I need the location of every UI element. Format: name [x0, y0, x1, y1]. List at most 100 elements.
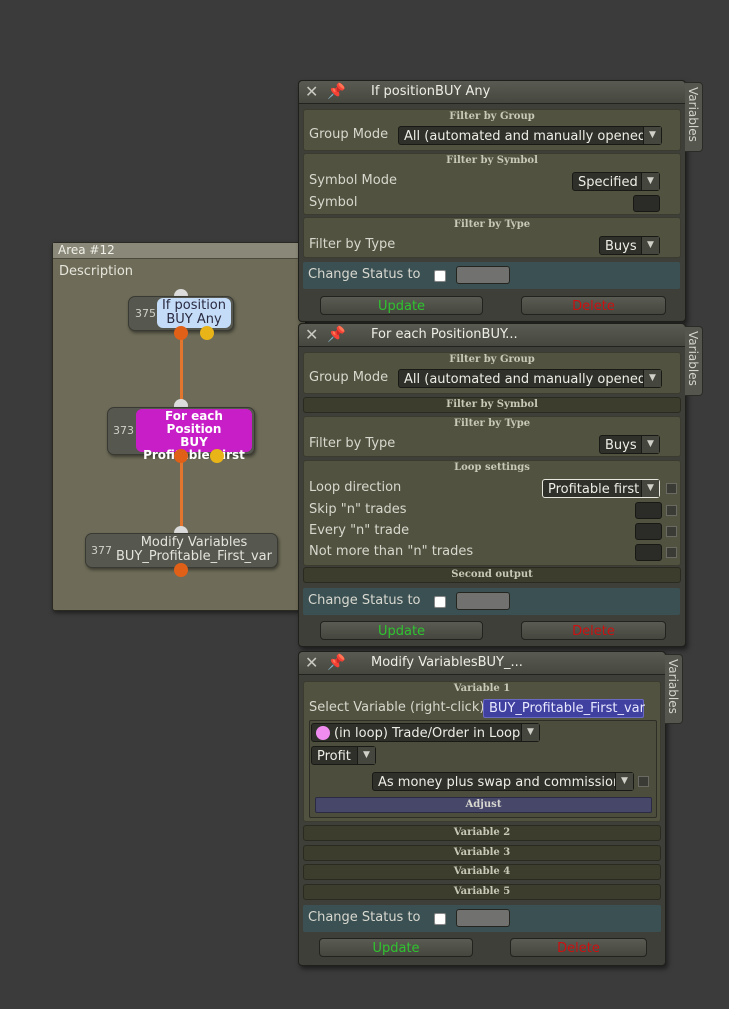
section-header: Variable 5	[453, 886, 511, 897]
status-color-box[interactable]	[456, 909, 510, 927]
dropdown-value: All (automated and manually opened)	[404, 372, 652, 387]
pin-icon[interactable]: 📌	[327, 83, 346, 99]
variables-tab[interactable]: Variables	[685, 326, 703, 396]
node-375-output[interactable]	[174, 326, 188, 340]
close-icon[interactable]: ✕	[305, 655, 318, 671]
area-canvas[interactable]: Area #12 Description 375 If position BUY…	[52, 242, 306, 611]
section-header: Filter by Group	[449, 354, 535, 365]
panel-titlebar[interactable]: ✕ 📌 If positionBUY Any	[299, 81, 685, 104]
section-variable-3[interactable]: Variable 3	[303, 845, 661, 861]
variables-tab[interactable]: Variables	[665, 654, 683, 724]
loop-direction-checkbox[interactable]	[666, 483, 677, 494]
change-status-checkbox[interactable]	[434, 913, 446, 925]
status-color-box[interactable]	[456, 592, 510, 610]
filter-type-dropdown[interactable]: Buys ▼	[599, 236, 660, 255]
skip-trades-label: Skip "n" trades	[309, 502, 407, 517]
change-status-row: Change Status to	[303, 262, 680, 289]
delete-button[interactable]: Delete	[521, 296, 666, 315]
dropdown-value: Profit	[317, 749, 351, 764]
group-mode-dropdown[interactable]: All (automated and manually opened) ▼	[398, 369, 662, 388]
node-373[interactable]: 373 For each Position BUY Profitable Fir…	[107, 407, 255, 462]
section-loop-settings: Loop settings Loop direction Profitable …	[303, 460, 681, 566]
node-label: Modify Variables BUY_Profitable_First_va…	[116, 535, 272, 564]
loop-direction-dropdown[interactable]: Profitable first ▼	[542, 479, 660, 498]
properties-panel-modify-variables[interactable]: ✕ 📌 Modify VariablesBUY_... Variable 1 S…	[298, 651, 666, 966]
adjust-bar[interactable]: Adjust	[315, 797, 652, 813]
section-header: Filter by Group	[449, 111, 535, 122]
node-375-output-2[interactable]	[200, 326, 214, 340]
section-variable-2[interactable]: Variable 2	[303, 825, 661, 841]
node-label: For each Position BUY Profitable First	[136, 409, 252, 462]
change-status-checkbox[interactable]	[434, 270, 446, 282]
dropdown-value: Specified	[578, 175, 638, 190]
node-377-output[interactable]	[174, 563, 188, 577]
group-mode-dropdown[interactable]: All (automated and manually opened) ▼	[398, 126, 662, 145]
section-variable-5[interactable]: Variable 5	[303, 884, 661, 900]
not-more-trades-label: Not more than "n" trades	[309, 544, 474, 559]
section-filter-by-symbol-collapsed[interactable]: Filter by Symbol	[303, 397, 681, 413]
change-status-checkbox[interactable]	[434, 596, 446, 608]
change-status-row: Change Status to	[303, 905, 661, 932]
section-filter-by-group: Filter by Group Group Mode All (automate…	[303, 352, 681, 394]
filter-type-label: Filter by Type	[309, 436, 396, 451]
group-mode-label: Group Mode	[309, 127, 389, 142]
mode-dropdown[interactable]: As money plus swap and commission ▼	[372, 772, 634, 791]
dropdown-value: As money plus swap and commission	[378, 775, 622, 790]
variables-tab[interactable]: Variables	[685, 82, 703, 152]
section-second-output[interactable]: Second output	[303, 567, 681, 583]
panel-titlebar[interactable]: ✕ 📌 For each PositionBUY...	[299, 324, 685, 347]
pin-icon[interactable]: 📌	[327, 654, 346, 670]
panel-titlebar[interactable]: ✕ 📌 Modify VariablesBUY_...	[299, 652, 665, 675]
change-status-row: Change Status to	[303, 588, 680, 615]
change-status-label: Change Status to	[308, 910, 421, 925]
section-filter-by-symbol: Filter by Symbol Symbol Mode Specified ▼…	[303, 153, 681, 215]
mode-checkbox[interactable]	[638, 776, 649, 787]
section-variable-4[interactable]: Variable 4	[303, 864, 661, 880]
section-header: Variable 1	[453, 683, 511, 694]
update-button[interactable]: Update	[319, 938, 473, 957]
section-filter-by-type: Filter by Type Filter by Type Buys ▼	[303, 416, 681, 457]
node-label: If position BUY Any	[157, 298, 231, 328]
dropdown-value: All (automated and manually opened)	[404, 129, 652, 144]
section-header: Variable 4	[453, 866, 511, 877]
close-icon[interactable]: ✕	[305, 327, 318, 343]
every-trade-input[interactable]	[635, 523, 662, 540]
every-trade-checkbox[interactable]	[666, 526, 677, 537]
status-color-box[interactable]	[456, 266, 510, 284]
section-header: Variable 2	[453, 827, 511, 838]
close-icon[interactable]: ✕	[305, 84, 318, 100]
properties-panel-if-position[interactable]: ✕ 📌 If positionBUY Any Filter by Group G…	[298, 80, 686, 322]
chevron-down-icon: ▼	[643, 370, 661, 387]
update-button[interactable]: Update	[320, 296, 483, 315]
filter-type-dropdown[interactable]: Buys ▼	[599, 435, 660, 454]
panel-title: Modify VariablesBUY_...	[371, 655, 523, 670]
skip-trades-checkbox[interactable]	[666, 505, 677, 516]
symbol-mode-dropdown[interactable]: Specified ▼	[572, 172, 660, 191]
node-373-output[interactable]	[174, 449, 188, 463]
delete-button[interactable]: Delete	[521, 621, 666, 640]
section-header: Second output	[451, 569, 533, 580]
not-more-trades-checkbox[interactable]	[666, 547, 677, 558]
source-dropdown[interactable]: (in loop) Trade/Order in Loop ▼	[311, 723, 540, 742]
dropdown-value: Profitable first	[548, 482, 640, 497]
variable-source-group: (in loop) Trade/Order in Loop ▼ Profit ▼…	[309, 720, 657, 818]
not-more-trades-input[interactable]	[635, 544, 662, 561]
properties-panel-for-each-position[interactable]: ✕ 📌 For each PositionBUY... Filter by Gr…	[298, 323, 686, 647]
chevron-down-icon: ▼	[521, 724, 539, 741]
adjust-label: Adjust	[465, 799, 502, 810]
area-description[interactable]: Description	[59, 264, 133, 279]
variables-tab-label: Variables	[686, 331, 700, 386]
variables-tab-label: Variables	[686, 87, 700, 142]
symbol-mode-label: Symbol Mode	[309, 173, 397, 188]
symbol-input[interactable]	[633, 195, 660, 212]
update-button[interactable]: Update	[320, 621, 483, 640]
dropdown-value: Buys	[605, 239, 637, 254]
node-number: 377	[91, 544, 112, 557]
field-dropdown[interactable]: Profit ▼	[311, 746, 376, 765]
node-373-output-2[interactable]	[210, 449, 224, 463]
select-variable-field[interactable]: BUY_Profitable_First_var	[483, 699, 645, 718]
change-status-label: Change Status to	[308, 267, 421, 282]
skip-trades-input[interactable]	[635, 502, 662, 519]
delete-button[interactable]: Delete	[510, 938, 647, 957]
pin-icon[interactable]: 📌	[327, 326, 346, 342]
